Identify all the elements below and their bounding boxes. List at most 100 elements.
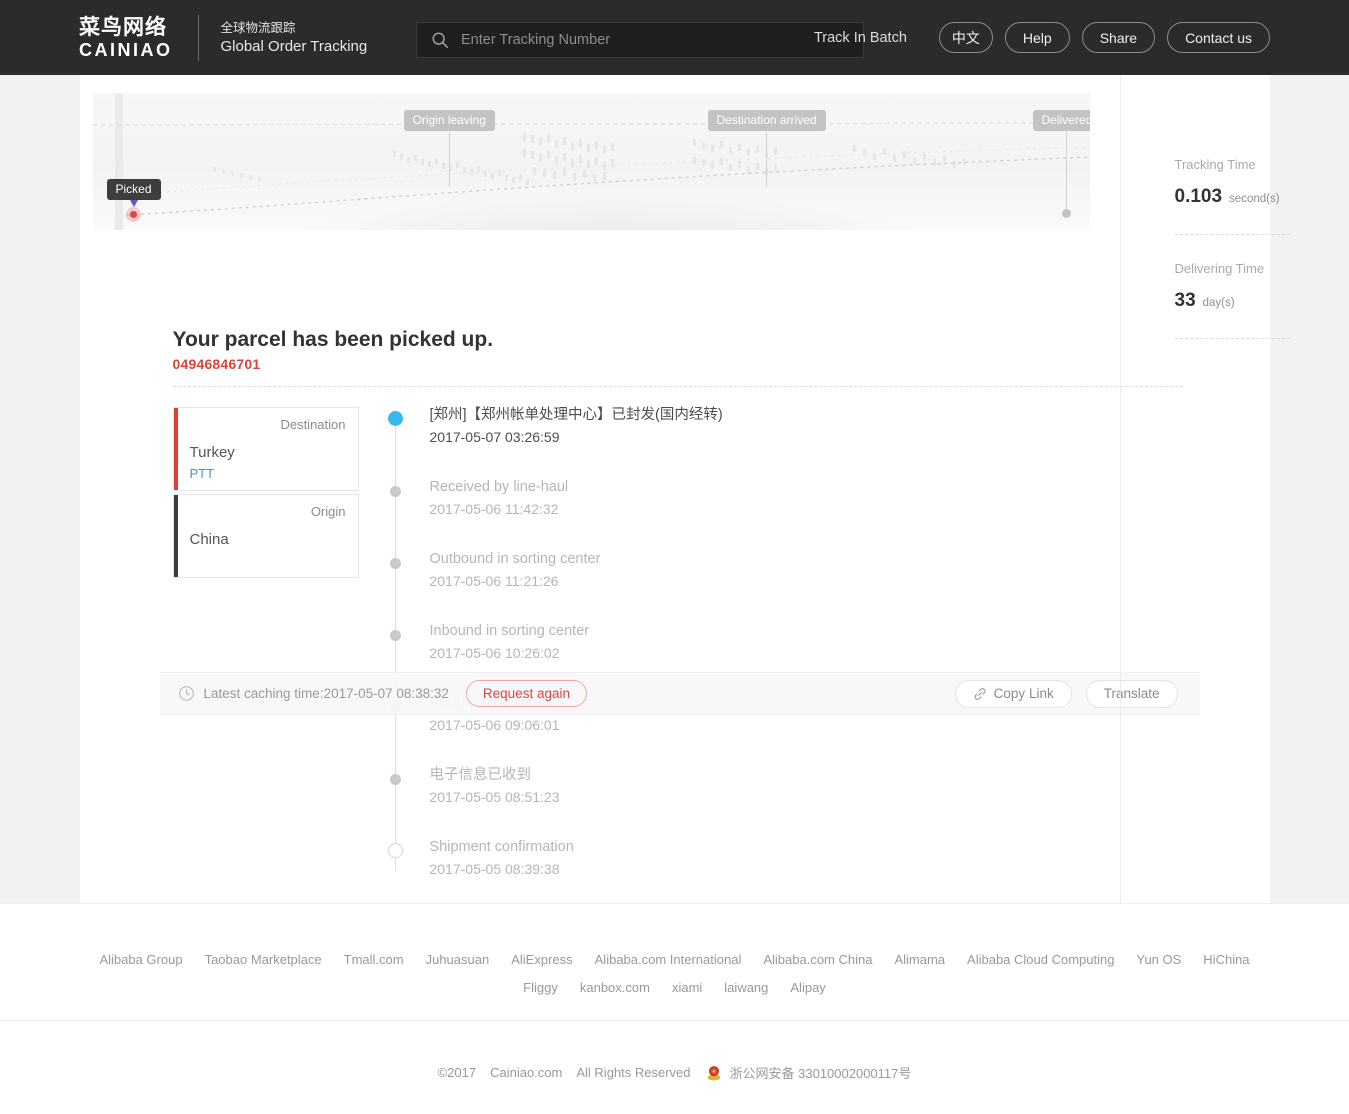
map-stage-label-delivered: Delivered [1032, 110, 1090, 131]
site-footer: Alibaba Group Taobao Marketplace Tmall.c… [0, 903, 1349, 1114]
logo-chinese: 菜鸟网络 [79, 15, 167, 39]
footer-link[interactable]: Juhuasuan [426, 946, 490, 974]
contact-us-button[interactable]: Contact us [1167, 22, 1270, 53]
map-stage-origin-leaving[interactable]: Origin leaving [403, 110, 495, 187]
timeline-dot-past [389, 774, 401, 785]
origin-accent-bar [173, 495, 178, 577]
timeline-dot-current [387, 411, 403, 426]
timeline-event-text: [郑州]【郑州帐单处理中心】已封发(国内经转) [429, 407, 723, 423]
map-stage-delivered[interactable]: Delivered [1032, 110, 1090, 218]
help-button[interactable]: Help [1004, 22, 1070, 53]
map-stage-label-picked: Picked [106, 179, 161, 200]
delivered-endpoint-dot [1062, 209, 1072, 218]
title-divider [172, 386, 1183, 387]
tracking-search-box[interactable] [416, 22, 864, 58]
copyright-rights: All Rights Reserved [576, 1065, 691, 1080]
timeline-item: Received by line-haul 2017-05-06 11:42:3… [388, 477, 1088, 549]
tracking-timeline: [郑州]【郑州帐单处理中心】已封发(国内经转) 2017-05-07 03:26… [387, 405, 1088, 909]
timeline-event-text: Outbound in sorting center [429, 551, 601, 567]
logo-divider [197, 14, 199, 61]
link-icon [974, 687, 986, 700]
timeline-item: 电子信息已收到 2017-05-05 08:51:23 [388, 765, 1088, 837]
timeline-event-time: 2017-05-06 11:42:32 [429, 501, 559, 517]
timeline-event-time: 2017-05-07 03:26:59 [429, 429, 560, 445]
clock-icon [178, 686, 194, 701]
timeline-event-time: 2017-05-06 09:06:01 [429, 717, 560, 733]
footer-link[interactable]: Fliggy [523, 974, 558, 1002]
footer-link[interactable]: Alibaba Group [99, 946, 182, 974]
destination-label: Destination [280, 417, 346, 432]
timeline-dot-past [389, 486, 401, 497]
stat-divider [1174, 234, 1290, 235]
footer-link[interactable]: Taobao Marketplace [205, 946, 322, 974]
stage-stem [1066, 131, 1068, 209]
site-subtitle-english: Global Order Tracking [220, 37, 368, 55]
page-title: Your parcel has been picked up. [172, 328, 494, 351]
share-button[interactable]: Share [1081, 22, 1156, 53]
footer-link[interactable]: Yun OS [1136, 946, 1181, 974]
header-actions: Track In Batch 中文 Help Share Contact us [814, 0, 1270, 75]
map-stage-destination-arrived[interactable]: Destination arrived [707, 110, 826, 187]
footer-link[interactable]: xiami [672, 974, 702, 1002]
stat-value: 0.103 [1174, 186, 1223, 207]
stat-unit: day(s) [1202, 297, 1235, 309]
copy-link-button[interactable]: Copy Link [954, 679, 1072, 708]
tracking-result-page: Picked Origin leaving Destination arrive… [79, 75, 1290, 903]
origin-country: China [189, 531, 229, 548]
footer-link[interactable]: Alibaba.com International [595, 946, 742, 974]
timeline-event-text: Inbound in sorting center [429, 623, 590, 639]
origin-label: Origin [310, 504, 346, 519]
route-cards: Destination Turkey PTT Origin China [172, 407, 359, 581]
timeline-event-time: 2017-05-05 08:39:38 [429, 861, 560, 877]
origin-card[interactable]: Origin China [172, 494, 359, 578]
logo-english: CAINIAO [79, 39, 173, 60]
stat-tracking-time: Tracking Time 0.103 second(s) [1175, 157, 1290, 208]
stage-stem [448, 131, 450, 187]
search-input[interactable] [461, 32, 853, 48]
footer-link[interactable]: laiwang [724, 974, 768, 1002]
logo[interactable]: 菜鸟网络 CAINIAO 全球物流跟踪 Global Order Trackin… [79, 14, 368, 61]
copyright-line: ©2017 Cainiao.com All Rights Reserved 浙公… [0, 1063, 1349, 1082]
stat-divider [1174, 338, 1290, 339]
icp-registration: 浙公网安备 33010002000117号 [729, 1066, 912, 1081]
site-header: 菜鸟网络 CAINIAO 全球物流跟踪 Global Order Trackin… [0, 0, 1349, 75]
destination-card[interactable]: Destination Turkey PTT [172, 407, 359, 491]
stat-value: 33 [1174, 290, 1196, 311]
copy-link-label: Copy Link [993, 686, 1054, 701]
footer-link[interactable]: Tmall.com [344, 946, 404, 974]
footer-link[interactable]: Alipay [790, 974, 825, 1002]
destination-carrier-link[interactable]: PTT [190, 466, 346, 481]
footer-link[interactable]: Alibaba Cloud Computing [967, 946, 1114, 974]
footer-links-row-1: Alibaba Group Taobao Marketplace Tmall.c… [85, 946, 1265, 974]
timeline-item: Outbound in sorting center 2017-05-06 11… [388, 549, 1088, 621]
footer-link[interactable]: kanbox.com [580, 974, 650, 1002]
shipment-progress-map: Picked Origin leaving Destination arrive… [92, 93, 1090, 230]
footer-link[interactable]: Alimama [894, 946, 945, 974]
map-stage-picked[interactable]: Picked [106, 179, 161, 222]
footer-link[interactable]: AliExpress [511, 946, 572, 974]
timeline-dot-past [389, 558, 401, 569]
destination-country: Turkey [189, 444, 235, 461]
timeline-event-time: 2017-05-06 11:21:26 [429, 573, 559, 589]
police-badge-icon [707, 1065, 720, 1081]
timeline-event-text: Received by line-haul [429, 479, 569, 495]
stat-label: Tracking Time [1174, 157, 1256, 172]
timeline-dot-past [389, 630, 401, 641]
request-again-button[interactable]: Request again [465, 680, 587, 707]
map-stage-label-origin-leaving: Origin leaving [403, 110, 495, 131]
tracking-stats-sidebar: Tracking Time 0.103 second(s) Delivering… [1119, 75, 1290, 903]
latest-caching-time: Latest caching time:2017-05-07 08:38:32 [203, 686, 449, 701]
timeline-event-time: 2017-05-05 08:51:23 [429, 789, 560, 805]
site-subtitle-chinese: 全球物流跟踪 [220, 20, 296, 35]
copyright-site: Cainiao.com [490, 1065, 563, 1080]
timeline-event-text: 电子信息已收到 [429, 767, 532, 783]
timeline-item: [郑州]【郑州帐单处理中心】已封发(国内经转) 2017-05-07 03:26… [387, 405, 1088, 477]
language-button[interactable]: 中文 [938, 22, 993, 53]
stat-unit: second(s) [1229, 193, 1280, 205]
track-in-batch-link[interactable]: Track In Batch [814, 30, 907, 46]
cache-action-bar: Latest caching time:2017-05-07 08:38:32 … [159, 672, 1200, 715]
timeline-event-text: Shipment confirmation [429, 839, 574, 855]
footer-link[interactable]: HiChina [1203, 946, 1249, 974]
timeline-event-time: 2017-05-06 10:26:02 [429, 645, 560, 661]
footer-link[interactable]: Alibaba.com China [763, 946, 872, 974]
